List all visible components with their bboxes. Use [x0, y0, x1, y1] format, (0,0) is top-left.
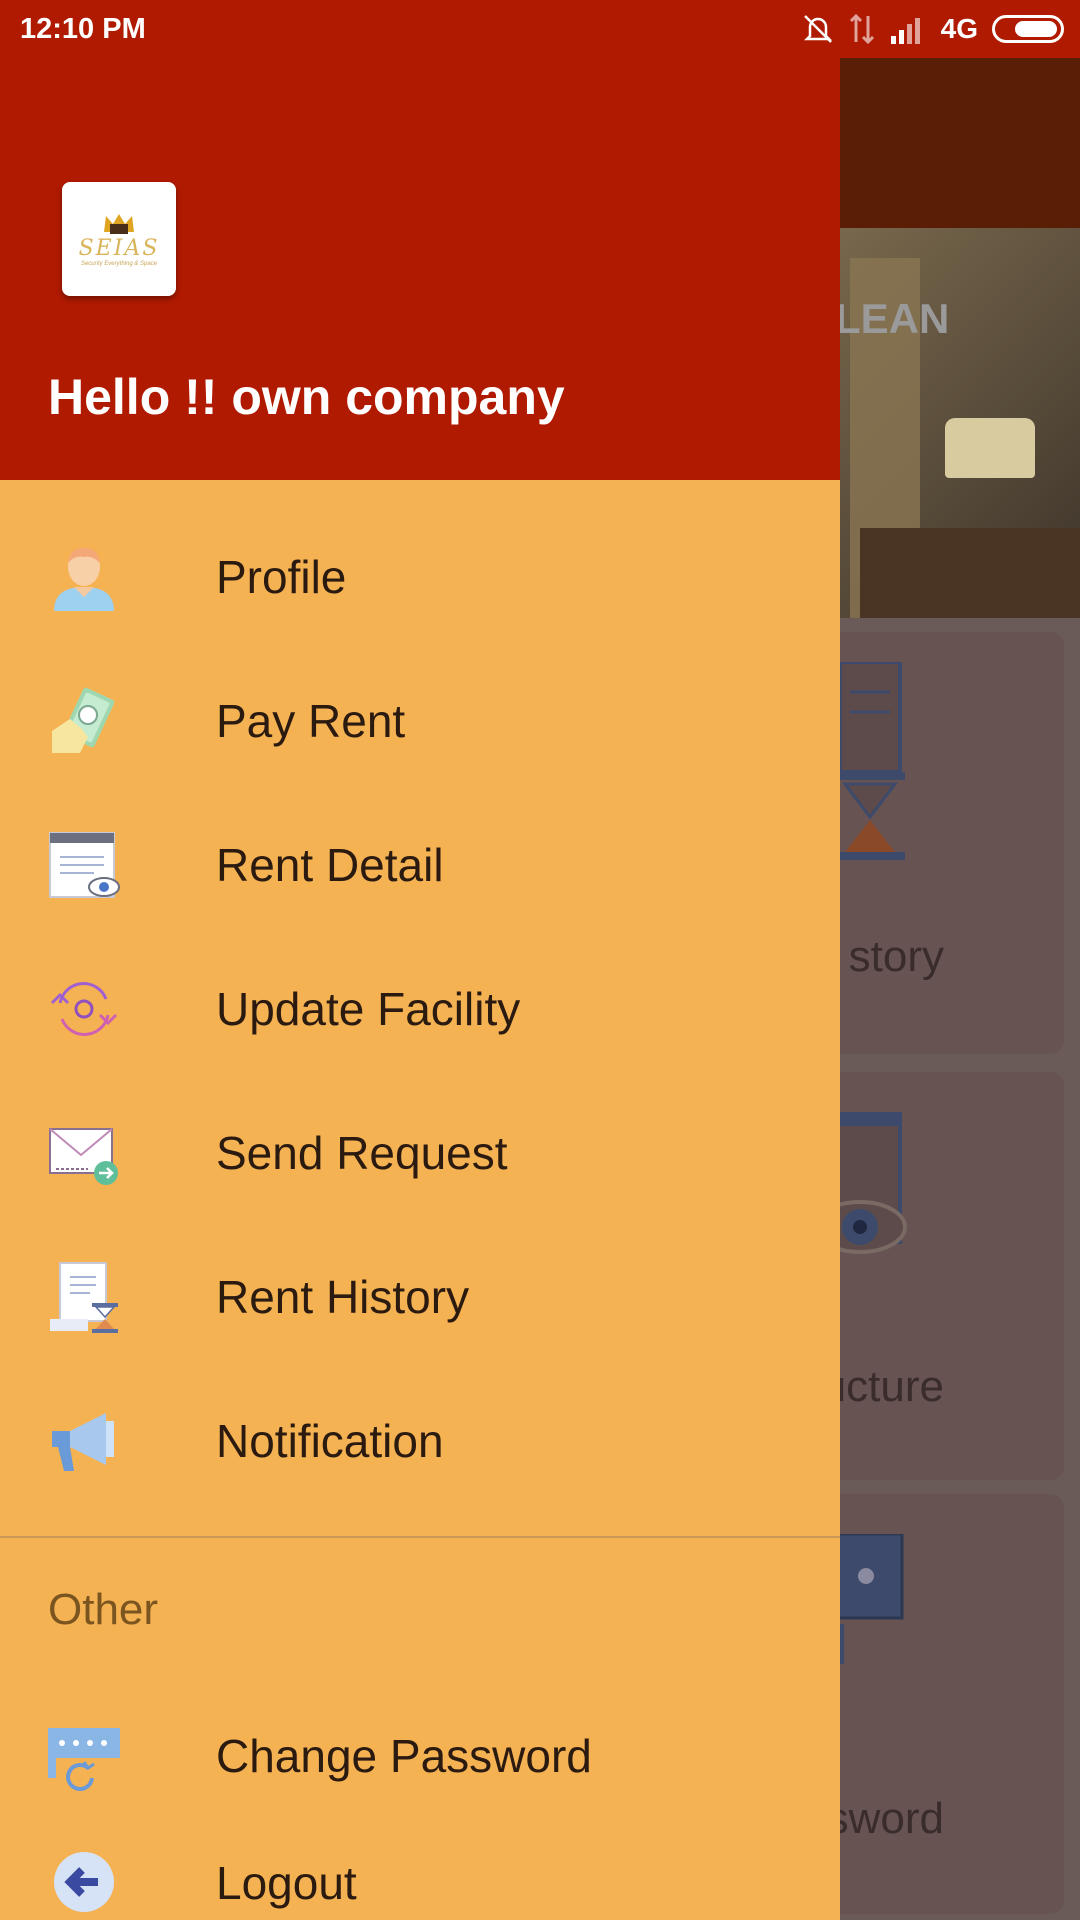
menu-label: Change Password [216, 1730, 592, 1782]
crown-icon [104, 213, 134, 234]
background-banner-title: LEAN [835, 295, 950, 342]
battery-icon [992, 15, 1064, 43]
menu-item-pay-rent[interactable]: Pay Rent [0, 649, 840, 793]
menu-item-send-request[interactable]: Send Request [0, 1081, 840, 1225]
menu-label: Rent History [216, 1271, 470, 1323]
logo-text: SEIAS [78, 235, 160, 261]
menu-label: Notification [216, 1415, 444, 1467]
logo-subtitle: Security Everything & Space [80, 260, 158, 267]
menu-label: Logout [216, 1857, 357, 1909]
menu-item-logout[interactable]: Logout [0, 1828, 840, 1920]
status-time: 12:10 PM [20, 12, 146, 45]
background-card-label: story [848, 932, 944, 981]
pay-rent-icon [52, 687, 115, 753]
menu-item-change-password[interactable]: Change Password [0, 1684, 840, 1828]
status-icons: 4G [801, 12, 1064, 46]
rent-detail-icon [49, 832, 120, 898]
menu-label: Profile [216, 551, 347, 603]
notification-icon [52, 1413, 114, 1471]
password-card-icon [830, 1534, 904, 1664]
menu-label: Send Request [216, 1127, 508, 1179]
data-transfer-icon [849, 13, 874, 45]
menu-item-profile[interactable]: Profile [0, 505, 840, 649]
network-type: 4G [940, 13, 978, 44]
menu-item-rent-detail[interactable]: Rent Detail [0, 793, 840, 937]
status-bar: 12:10 PM 4G [0, 0, 1080, 58]
update-facility-icon [50, 982, 118, 1036]
profile-icon [54, 547, 114, 611]
menu-label: Pay Rent [216, 695, 406, 747]
drawer-menu-other: Change Password Logout [0, 1684, 840, 1920]
logout-icon [54, 1852, 114, 1912]
background-card-label: ucture [821, 1362, 944, 1411]
menu-label: Rent Detail [216, 839, 444, 891]
menu-divider [0, 1536, 840, 1538]
signal-icon [890, 18, 920, 44]
navigation-drawer: SEIAS Security Everything & Space Hello … [0, 0, 840, 1920]
greeting-text: Hello !! own company [48, 369, 565, 425]
company-logo: SEIAS Security Everything & Space [62, 182, 176, 296]
menu-item-update-facility[interactable]: Update Facility [0, 937, 840, 1081]
rent-history-icon [50, 1262, 118, 1333]
document-hourglass-icon [835, 662, 905, 860]
menu-item-rent-history[interactable]: Rent History [0, 1225, 840, 1369]
send-request-icon [49, 1128, 118, 1185]
drawer-menu: Profile Pay Rent Rent Detail Update Faci… [0, 505, 840, 1513]
section-label-other: Other [48, 1585, 159, 1634]
mute-bell-icon [803, 15, 832, 43]
menu-item-notification[interactable]: Notification [0, 1369, 840, 1513]
menu-label: Update Facility [216, 983, 521, 1035]
change-password-icon [48, 1728, 120, 1791]
